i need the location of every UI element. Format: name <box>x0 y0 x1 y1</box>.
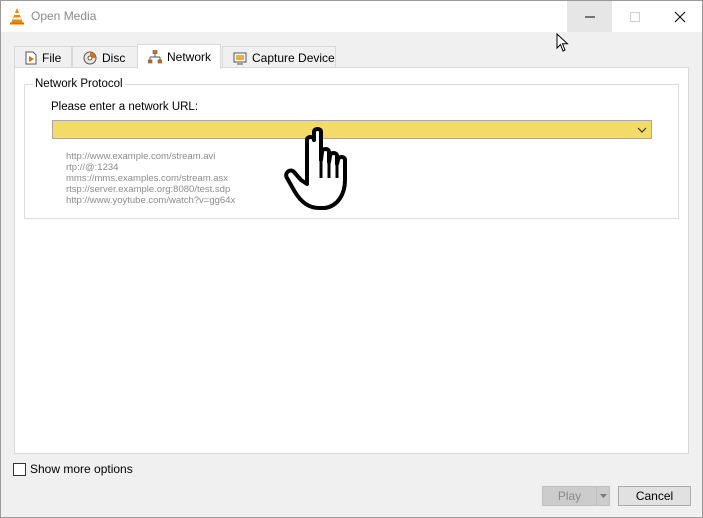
play-split-button: Play <box>542 486 610 506</box>
cancel-button[interactable]: Cancel <box>618 486 691 506</box>
url-example: http://www.example.com/stream.avi <box>66 151 216 162</box>
tab-network-label: Network <box>167 50 212 64</box>
file-icon <box>25 51 37 64</box>
tab-capture-device-label: Capture Device <box>252 50 335 65</box>
maximize-button[interactable] <box>612 1 657 32</box>
show-more-options[interactable]: Show more options <box>13 462 133 476</box>
window-title: Open Media <box>31 9 97 23</box>
close-icon <box>674 11 685 22</box>
tab-disc[interactable]: Disc <box>72 46 138 68</box>
minimize-icon <box>584 16 595 17</box>
url-example: rtsp://server.example.org:8080/test.sdp <box>66 184 231 195</box>
vlc-cone-icon <box>10 8 24 25</box>
mouse-pointer-icon <box>556 33 569 52</box>
chevron-down-icon <box>599 493 607 498</box>
show-more-options-checkbox[interactable] <box>13 462 26 476</box>
disc-icon <box>83 51 97 64</box>
tab-network[interactable]: Network <box>137 44 221 69</box>
show-more-options-label[interactable]: Show more options <box>30 462 133 476</box>
tab-file-label: File <box>42 50 62 65</box>
url-example: rtp://@:1234 <box>66 162 119 173</box>
capture-device-icon <box>233 52 247 64</box>
play-dropdown-button[interactable] <box>597 486 610 506</box>
open-media-dialog: Open Media File Disc Network Capture Dev… <box>0 0 703 518</box>
tab-disc-label: Disc <box>102 50 126 65</box>
tab-strip: File Disc Network Capture Device <box>14 44 689 69</box>
tab-capture-device[interactable]: Capture Device <box>222 46 336 68</box>
url-example: http://www.yoytube.com/watch?v=gg64x <box>66 195 236 206</box>
play-button-label: Play <box>557 489 582 503</box>
url-example: mms://mms.examples.com/stream.asx <box>66 173 229 184</box>
play-button[interactable]: Play <box>542 486 597 506</box>
maximize-icon <box>629 11 640 22</box>
url-examples: http://www.example.com/stream.avi rtp://… <box>66 151 235 206</box>
title-bar: Open Media <box>1 1 702 32</box>
network-protocol-title: Network Protocol <box>33 78 125 90</box>
network-url-label: Please enter a network URL: <box>51 101 199 113</box>
chevron-down-icon[interactable] <box>636 124 648 136</box>
network-icon <box>148 50 162 64</box>
hand-pointer-icon <box>284 127 347 210</box>
cancel-button-label: Cancel <box>635 489 674 503</box>
minimize-button[interactable] <box>567 1 612 32</box>
close-button[interactable] <box>657 1 702 32</box>
tab-file[interactable]: File <box>14 46 72 68</box>
